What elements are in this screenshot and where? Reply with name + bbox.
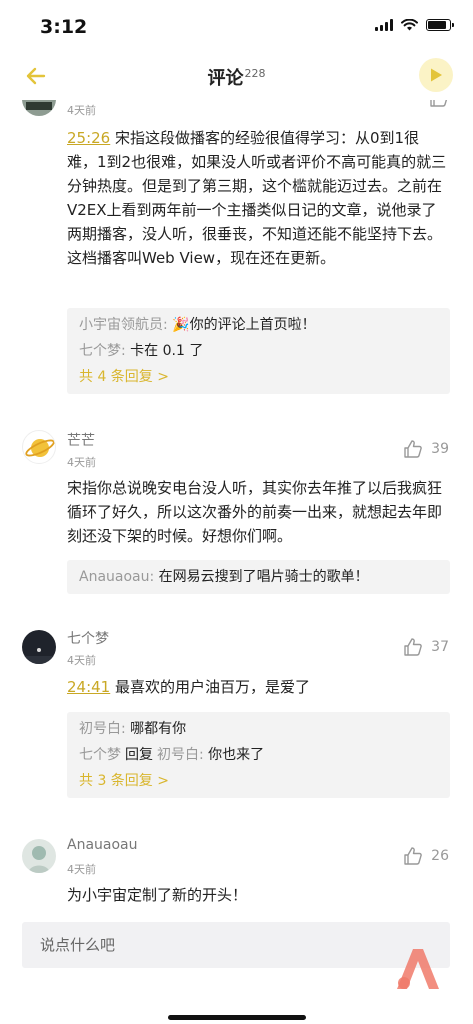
avatar[interactable] <box>22 839 56 873</box>
party-popper-icon: 🎉 <box>172 317 190 333</box>
comment-body: 24:41 最喜欢的用户油百万，是爱了 <box>67 675 447 699</box>
comment-author[interactable]: Anauaoau <box>67 837 138 853</box>
thumbs-up-icon <box>430 100 448 107</box>
comment-body: 为小宇宙定制了新的开头！ <box>67 886 248 904</box>
nav-bar: 评论228 <box>0 52 473 100</box>
reply-author[interactable]: 小宇宙领航员 <box>79 317 163 333</box>
thumbs-up-icon <box>404 638 422 656</box>
reply-author[interactable]: 初号白 <box>79 721 121 737</box>
more-replies-link[interactable]: 共 3 条回复 > <box>79 768 438 794</box>
reply-author[interactable]: 七个梦 <box>79 747 121 763</box>
timestamp-link[interactable]: 25:26 <box>67 129 110 147</box>
comment-list[interactable]: 4天前 25:26 宋指这段做播客的经验很值得学习：从0到1很难，1到2也很难，… <box>0 100 473 905</box>
reply-author[interactable]: 七个梦 <box>79 343 121 359</box>
more-replies-link[interactable]: 共 4 条回复 > <box>79 364 438 390</box>
play-icon <box>431 68 442 82</box>
reply-item: 小宇宙领航员: 🎉你的评论上首页啦！ <box>79 317 316 333</box>
comment-count: 228 <box>244 67 266 80</box>
comment-text: 宋指这段做播客的经验很值得学习：从0到1很难，1到2也很难，如果没人听或者评价不… <box>67 129 447 267</box>
page-title-text: 评论 <box>207 68 244 89</box>
reply-verb: 回复 <box>125 747 153 763</box>
reply-item: Anauaoau: 在网易云搜到了唱片骑士的歌单！ <box>79 569 369 585</box>
status-time: 3:12 <box>40 16 88 38</box>
avatar[interactable] <box>22 430 56 464</box>
thumbs-up-icon <box>404 847 422 865</box>
avatar[interactable] <box>22 630 56 664</box>
like-button[interactable]: 39 <box>403 439 449 459</box>
reply-text: 你也来了 <box>208 747 265 763</box>
timestamp-link[interactable]: 24:41 <box>67 678 110 696</box>
reply-text: 在网易云搜到了唱片骑士的歌单！ <box>158 569 369 585</box>
like-button[interactable]: 37 <box>403 637 449 657</box>
app-logo-icon <box>397 949 439 989</box>
wifi-icon <box>401 19 418 31</box>
like-button[interactable] <box>429 100 449 108</box>
like-count: 37 <box>431 639 449 655</box>
bottom-bar: 说点什么吧 <box>0 905 473 1024</box>
page-title: 评论228 <box>0 64 473 90</box>
status-icons <box>375 19 454 31</box>
thumbs-up-icon <box>404 440 422 458</box>
reply-item: 初号白: 哪都有你 <box>79 721 187 737</box>
like-count: 39 <box>431 441 449 457</box>
comment-author[interactable]: 芒芒 <box>67 430 95 450</box>
play-button[interactable] <box>419 58 453 92</box>
comment-body: 宋指你总说晚安电台没人听，其实你去年推了以后我疯狂循环了好久，所以这次番外的前奏… <box>67 479 443 545</box>
comment-time: 4天前 <box>67 456 96 469</box>
battery-icon <box>426 19 454 31</box>
reply-box[interactable]: Anauaoau: 在网易云搜到了唱片骑士的歌单！ <box>67 560 450 594</box>
home-indicator <box>168 1015 306 1020</box>
reply-box[interactable]: 初号白: 哪都有你 七个梦 回复 初号白: 你也来了 共 3 条回复 > <box>67 712 450 798</box>
comment-time: 4天前 <box>67 863 96 876</box>
reply-item: 七个梦: 卡在 0.1 了 <box>79 343 204 359</box>
cellular-signal-icon <box>375 19 393 31</box>
comment-time: 4天前 <box>67 654 96 667</box>
reply-box[interactable]: 小宇宙领航员: 🎉你的评论上首页啦！ 七个梦: 卡在 0.1 了 共 4 条回复… <box>67 308 450 394</box>
comment-input[interactable]: 说点什么吧 <box>22 922 450 968</box>
reply-text: 卡在 0.1 了 <box>130 343 204 359</box>
status-bar: 3:12 <box>0 0 473 52</box>
comment-time: 4天前 <box>67 104 96 117</box>
reply-target[interactable]: 初号白 <box>157 747 199 763</box>
reply-text: 哪都有你 <box>130 721 187 737</box>
reply-item: 七个梦 回复 初号白: 你也来了 <box>79 747 265 763</box>
comment-author[interactable]: 七个梦 <box>67 628 109 648</box>
like-count: 26 <box>431 848 449 864</box>
like-button[interactable]: 26 <box>403 846 449 866</box>
avatar[interactable] <box>22 100 56 116</box>
reply-author[interactable]: Anauaoau <box>79 569 150 585</box>
comment-text: 最喜欢的用户油百万，是爱了 <box>115 678 311 696</box>
comment-body: 25:26 宋指这段做播客的经验很值得学习：从0到1很难，1到2也很难，如果没人… <box>67 126 447 270</box>
reply-text: 你的评论上首页啦！ <box>189 317 316 333</box>
